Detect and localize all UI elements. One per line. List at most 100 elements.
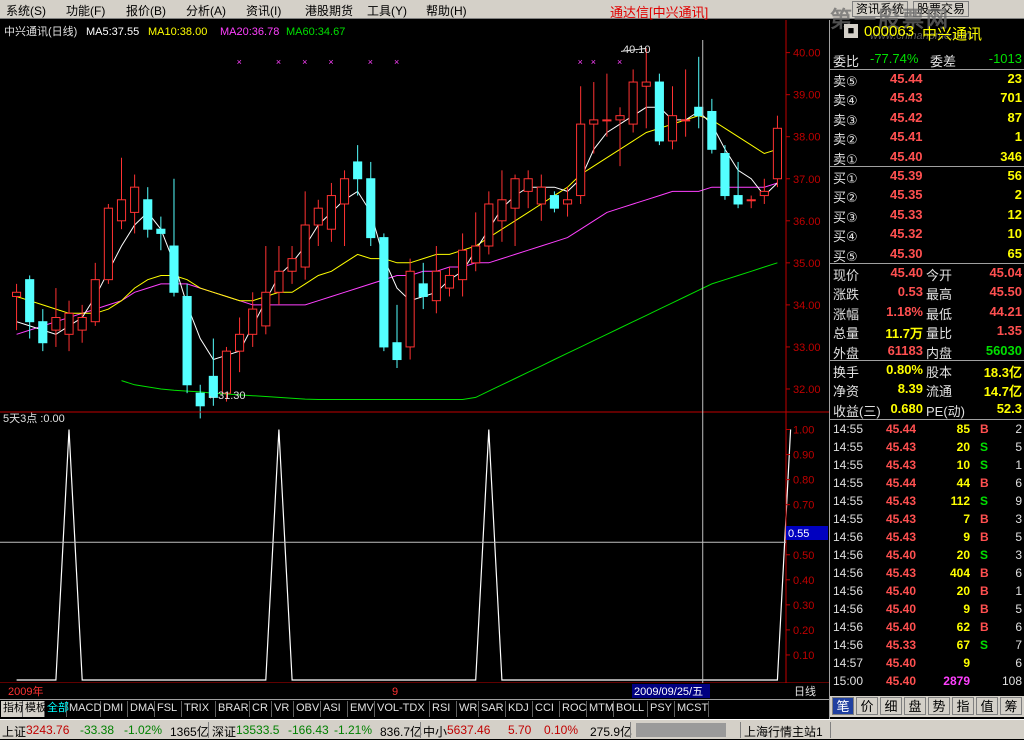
candle[interactable] bbox=[405, 258, 415, 360]
candle[interactable] bbox=[261, 246, 271, 335]
indicator-tab-asi[interactable]: ASI bbox=[321, 701, 348, 717]
menu-hk-futures[interactable]: 港股期货 bbox=[305, 2, 353, 19]
indicator-tab-roc[interactable]: ROC bbox=[560, 701, 587, 717]
indicator-tab-psy[interactable]: PSY bbox=[648, 701, 675, 717]
indicator-tab-mcst[interactable]: MCST bbox=[675, 701, 709, 717]
lock-icon[interactable]: ■ bbox=[844, 24, 858, 38]
indicator-tab-trix[interactable]: TRIX bbox=[182, 701, 216, 717]
candle[interactable] bbox=[313, 199, 323, 247]
kline-chart-area[interactable]: × × × × × × × × × 32.00 33.00 34.00 35.00 36.00 37.00… bbox=[0, 20, 829, 703]
candle[interactable] bbox=[576, 86, 586, 204]
candle[interactable] bbox=[733, 161, 743, 209]
candle[interactable] bbox=[366, 161, 376, 247]
candle[interactable] bbox=[353, 145, 363, 196]
candle[interactable] bbox=[195, 384, 205, 419]
quote-tab[interactable]: 笔 bbox=[832, 697, 854, 715]
indicator-tab-brar[interactable]: BRAR bbox=[216, 701, 250, 717]
menu-function[interactable]: 功能(F) bbox=[66, 2, 105, 19]
candle[interactable] bbox=[431, 246, 441, 314]
candle[interactable] bbox=[287, 246, 297, 284]
candle[interactable] bbox=[11, 283, 22, 331]
candle[interactable] bbox=[143, 187, 153, 238]
quote-tab[interactable]: 值 bbox=[976, 697, 998, 715]
indicator-tab-kdj[interactable]: KDJ bbox=[506, 701, 533, 717]
candle[interactable] bbox=[444, 267, 455, 297]
candle[interactable] bbox=[667, 86, 678, 150]
candle[interactable] bbox=[549, 191, 559, 213]
candle[interactable] bbox=[418, 262, 428, 310]
period-label[interactable]: 日线 bbox=[794, 684, 816, 698]
candle[interactable] bbox=[458, 233, 468, 297]
candle[interactable] bbox=[641, 48, 651, 129]
candle[interactable] bbox=[300, 191, 310, 280]
server-station[interactable]: 上海行情主站1 bbox=[744, 723, 823, 740]
candle[interactable] bbox=[90, 262, 100, 326]
candle[interactable] bbox=[615, 107, 625, 167]
indicator-tab-dmi[interactable]: DMI bbox=[101, 701, 128, 717]
candle[interactable] bbox=[746, 195, 756, 209]
indicator-tab-vr[interactable]: VR bbox=[272, 701, 294, 717]
quote-tab[interactable]: 价 bbox=[856, 697, 878, 715]
candle[interactable] bbox=[510, 174, 520, 247]
candle[interactable] bbox=[654, 73, 664, 146]
info-system-button[interactable]: 资讯系统 bbox=[852, 1, 909, 17]
indicator-tab-obv[interactable]: OBV bbox=[294, 701, 321, 717]
candle[interactable] bbox=[182, 283, 192, 394]
candle[interactable] bbox=[51, 288, 61, 347]
candle[interactable] bbox=[681, 69, 691, 137]
indicator-tab-wr[interactable]: WR bbox=[457, 701, 479, 717]
indicator-tab-mtm[interactable]: MTM bbox=[587, 701, 614, 717]
menu-quote[interactable]: 报价(B) bbox=[126, 2, 166, 19]
candle[interactable] bbox=[484, 191, 494, 255]
candle[interactable] bbox=[562, 187, 573, 217]
indicator-tab-fsl[interactable]: FSL bbox=[155, 701, 182, 717]
candle[interactable] bbox=[471, 212, 481, 272]
indicator-tab-vol-tdx[interactable]: VOL-TDX bbox=[375, 701, 430, 717]
indicator-tab-rsi[interactable]: RSI bbox=[430, 701, 457, 717]
candle[interactable] bbox=[339, 170, 350, 247]
menu-help[interactable]: 帮助(H) bbox=[426, 2, 467, 19]
quote-tab[interactable]: 盘 bbox=[904, 697, 926, 715]
candle[interactable] bbox=[326, 182, 336, 242]
candle[interactable] bbox=[38, 309, 48, 352]
candle[interactable] bbox=[116, 157, 127, 230]
indicator-tab-dma[interactable]: DMA bbox=[128, 701, 155, 717]
candle[interactable] bbox=[103, 203, 113, 284]
indicator-tab-全部[interactable]: 全部 bbox=[45, 701, 69, 717]
indicator-tab-emv[interactable]: EMV bbox=[348, 701, 375, 717]
candle[interactable] bbox=[77, 304, 87, 343]
menu-analysis[interactable]: 分析(A) bbox=[186, 2, 226, 19]
kline-chart-svg[interactable]: × × × × × × × × × 32.00 33.00 34.00 35.00 36.00 37.00… bbox=[0, 20, 829, 703]
stock-trade-button[interactable]: 股票交易 bbox=[913, 1, 970, 17]
candle[interactable] bbox=[628, 69, 638, 133]
candle[interactable] bbox=[759, 178, 769, 204]
candle[interactable] bbox=[602, 73, 612, 137]
indicator-tab-macd[interactable]: MACD bbox=[67, 701, 101, 717]
candle[interactable] bbox=[392, 304, 402, 368]
menu-tools[interactable]: 工具(Y) bbox=[367, 2, 407, 19]
candle[interactable] bbox=[523, 170, 533, 209]
candle[interactable] bbox=[536, 174, 546, 221]
candle[interactable] bbox=[169, 178, 179, 297]
quote-tab[interactable]: 细 bbox=[880, 697, 902, 715]
candle[interactable] bbox=[694, 56, 704, 129]
indicator-tab-模板[interactable]: 模板 bbox=[23, 701, 47, 717]
candle[interactable] bbox=[156, 216, 166, 251]
candle[interactable] bbox=[772, 115, 783, 188]
quote-tab[interactable]: 指 bbox=[952, 697, 974, 715]
candle[interactable] bbox=[707, 98, 717, 154]
quote-tab[interactable]: 筹 bbox=[1000, 697, 1022, 715]
quote-tab[interactable]: 势 bbox=[928, 697, 950, 715]
candle[interactable] bbox=[720, 145, 730, 200]
candle[interactable] bbox=[379, 233, 389, 352]
indicator-tab-cci[interactable]: CCI bbox=[533, 701, 560, 717]
indicator-tab-cr[interactable]: CR bbox=[250, 701, 272, 717]
candle[interactable] bbox=[589, 82, 599, 154]
menu-info[interactable]: 资讯(I) bbox=[246, 2, 281, 19]
candle[interactable] bbox=[235, 317, 245, 373]
indicator-tab-boll[interactable]: BOLL bbox=[614, 701, 648, 717]
candle[interactable] bbox=[274, 246, 284, 305]
candle[interactable] bbox=[130, 174, 140, 234]
candle[interactable] bbox=[64, 300, 74, 352]
menu-system[interactable]: 系统(S) bbox=[6, 2, 46, 19]
